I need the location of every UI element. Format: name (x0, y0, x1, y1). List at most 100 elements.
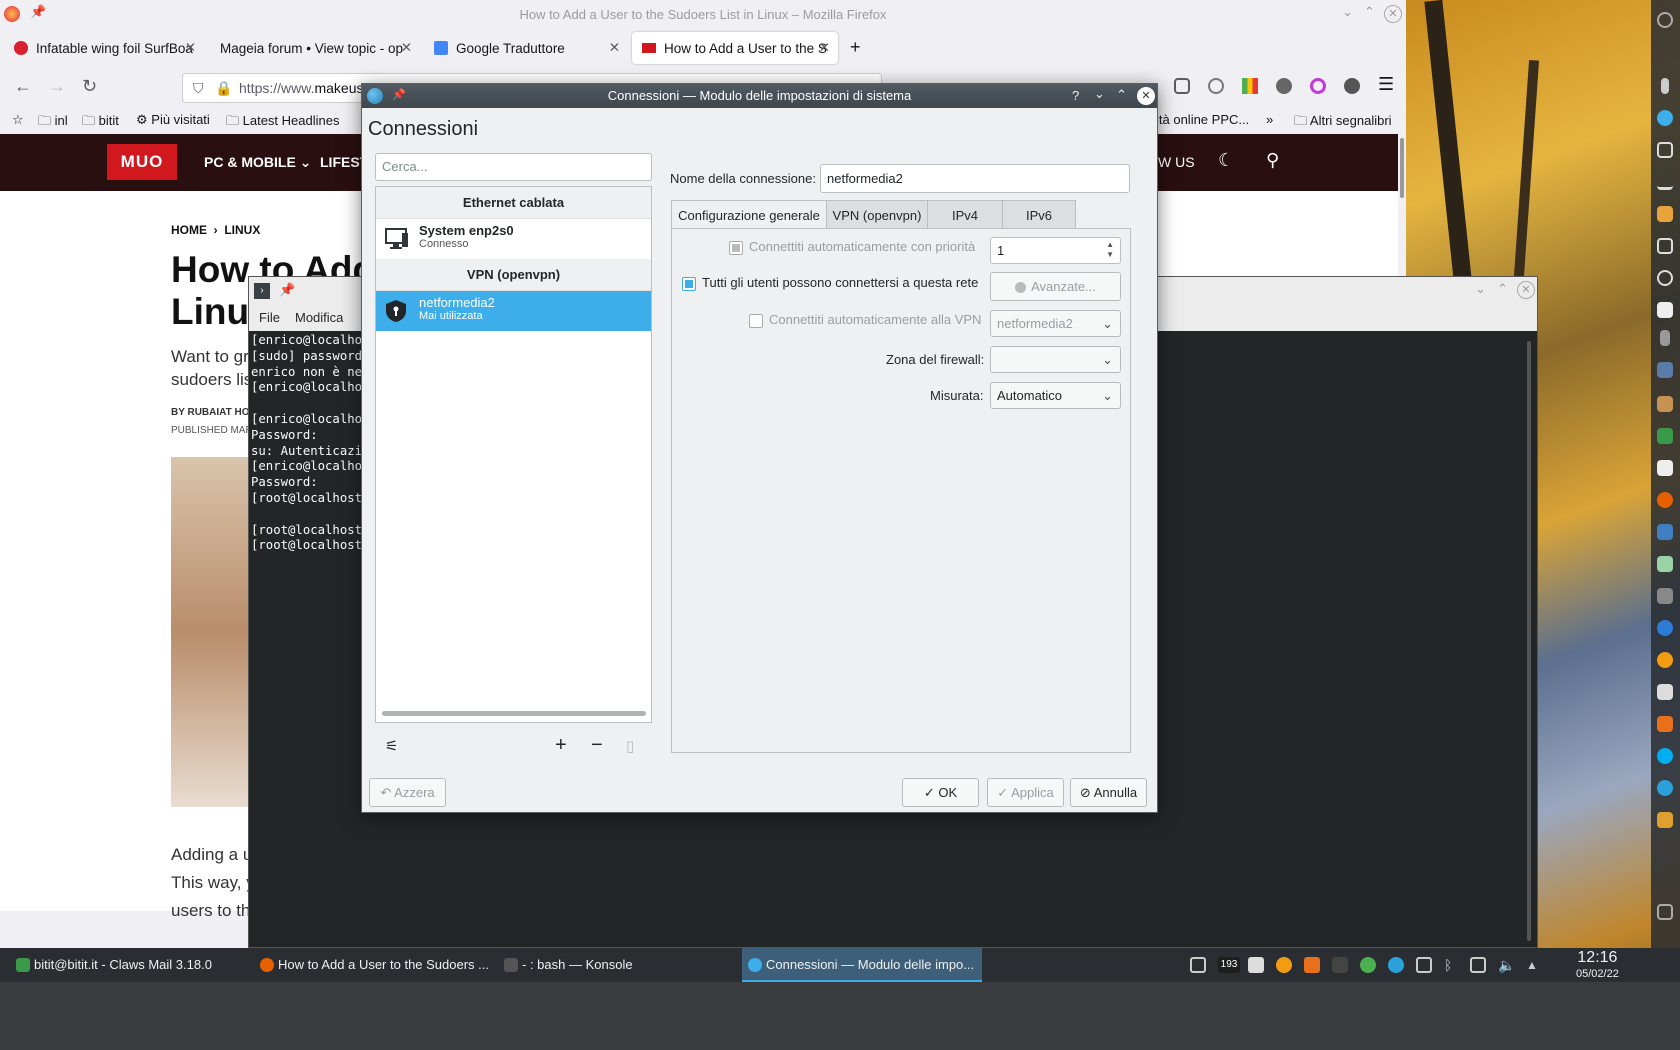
metered-select[interactable]: Automatico ⌄ (990, 382, 1121, 409)
bookmark-folder[interactable]: 🗀 Latest Headlines (226, 112, 339, 134)
lock-app-icon[interactable] (1657, 812, 1673, 828)
bookmarks-star-icon[interactable]: ☆ (12, 112, 24, 128)
extension-icon[interactable] (1344, 78, 1360, 94)
globe-icon[interactable] (1657, 110, 1673, 126)
close-tab-icon[interactable]: ✕ (819, 40, 830, 56)
help-icon[interactable]: ? (1072, 88, 1079, 103)
minimize-icon[interactable]: ⌄ (1094, 86, 1105, 102)
task-claws-mail[interactable]: bitit@bitit.it - Claws Mail 3.18.0 (10, 948, 250, 982)
auto-vpn-select[interactable]: netformedia2 ⌄ (990, 310, 1121, 337)
notes-icon[interactable] (1657, 396, 1673, 412)
browser-icon[interactable] (1657, 620, 1673, 636)
menu-file[interactable]: File (259, 310, 280, 325)
nav-link[interactable]: W US (1158, 154, 1195, 170)
advanced-button[interactable]: Avanzate... (990, 272, 1121, 301)
film-icon[interactable] (1657, 460, 1673, 476)
close-tab-icon[interactable]: ✕ (609, 40, 620, 56)
task-connections[interactable]: Connessioni — Modulo delle impo... (742, 948, 982, 982)
fish-icon[interactable] (1657, 524, 1673, 540)
bluetooth-icon[interactable]: ᛒ (1444, 957, 1460, 973)
folder-icon[interactable] (1657, 238, 1673, 254)
telegram-tray-icon[interactable] (1388, 957, 1404, 973)
menu-edit[interactable]: Modifica (295, 310, 343, 325)
pin-icon[interactable]: 📌 (279, 282, 295, 298)
extension-gear-icon[interactable] (1208, 78, 1224, 94)
bookmark-folder[interactable]: 🗀 inl (38, 112, 68, 134)
badge-193[interactable]: 193 (1218, 957, 1240, 973)
bookmark-folder[interactable]: 🗀 bitit (82, 112, 119, 134)
terminal-icon[interactable] (1661, 78, 1669, 94)
search-icon[interactable]: ⚲ (1266, 150, 1279, 171)
menu-icon[interactable]: ☰ (1378, 74, 1394, 95)
task-firefox[interactable]: How to Add a User to the Sudoers ... (254, 948, 494, 982)
editor-icon[interactable] (1657, 556, 1673, 572)
dark-mode-icon[interactable]: ☾ (1218, 150, 1234, 171)
breadcrumb-linux[interactable]: LINUX (224, 223, 260, 237)
apply-button[interactable]: ✓ Applica (987, 778, 1064, 807)
browser-tab[interactable]: Infatable wing foil SurfBoa ✕ (4, 32, 204, 64)
breadcrumb-home[interactable]: HOME (171, 223, 207, 237)
clock[interactable]: 12:16 05/02/22 (1576, 949, 1619, 983)
app-tray-icon[interactable] (1332, 957, 1348, 973)
auto-connect-priority-checkbox[interactable] (729, 240, 743, 255)
auto-vpn-checkbox[interactable] (749, 313, 763, 328)
tab-ipv6[interactable]: IPv6 (1002, 200, 1076, 229)
byline[interactable]: BY RUBAIAT HO (171, 407, 250, 418)
extension-icon[interactable] (1276, 78, 1292, 94)
lock-screen-icon[interactable] (1657, 904, 1673, 920)
volume-icon[interactable]: 🔈 (1498, 957, 1515, 973)
mail-tray-icon[interactable] (1248, 957, 1264, 973)
close-icon[interactable]: ✕ (1517, 281, 1535, 299)
skype-icon[interactable] (1657, 748, 1673, 764)
list-horizontal-scrollbar[interactable] (382, 711, 646, 716)
scrollbar-thumb[interactable] (1400, 138, 1404, 198)
close-tab-icon[interactable]: ✕ (401, 40, 412, 56)
bookmark-item[interactable]: ità online PPC... (1156, 112, 1249, 127)
spin-arrows-icon[interactable]: ▲ ▼ (1106, 240, 1114, 260)
tab-general[interactable]: Configurazione generale (671, 200, 827, 229)
app-icon[interactable] (1660, 330, 1670, 346)
more-bookmarks-icon[interactable]: » (1266, 112, 1273, 127)
notification-bell-icon[interactable] (1190, 957, 1206, 973)
mail-icon[interactable] (1657, 428, 1673, 444)
bookmark-most-visited[interactable]: ⚙ Più visitati (136, 112, 210, 128)
tab-ipv4[interactable]: IPv4 (927, 200, 1003, 229)
search-input[interactable]: Cerca... (375, 153, 652, 181)
network-icon[interactable] (1657, 270, 1673, 286)
calculator-icon[interactable] (1657, 362, 1673, 378)
ok-button[interactable]: ✓ OK (902, 778, 979, 807)
priority-spinbox[interactable]: 1 ▲ ▼ (990, 237, 1121, 264)
close-icon[interactable]: ✕ (1137, 87, 1155, 105)
browser-tab-active[interactable]: How to Add a User to the S ✕ (632, 32, 838, 64)
document-icon[interactable] (1657, 302, 1673, 318)
bookmark-folder[interactable]: 🗀 Altri segnalibri (1294, 112, 1392, 134)
maximize-icon[interactable]: ⌃ (1364, 4, 1375, 20)
close-tab-icon[interactable]: ✕ (185, 40, 196, 56)
download-icon[interactable] (1657, 174, 1673, 190)
maximize-icon[interactable]: ⌃ (1497, 281, 1508, 297)
connection-item-ethernet[interactable]: System enp2s0 Connesso (376, 219, 651, 259)
expand-tray-icon[interactable]: ▲ (1526, 957, 1542, 973)
inkscape-icon[interactable] (1657, 684, 1673, 700)
claws-mail-icon[interactable] (1657, 716, 1673, 732)
connection-item-vpn[interactable]: netformedia2 Mai utilizzata (376, 291, 651, 331)
tab-vpn[interactable]: VPN (openvpn) (826, 200, 928, 229)
connection-name-field[interactable]: netformedia2 (820, 164, 1130, 193)
minimize-icon[interactable]: ⌄ (1475, 281, 1486, 297)
remove-connection-icon[interactable]: − (591, 734, 603, 757)
telegram-icon[interactable] (1657, 780, 1673, 796)
extension-icon[interactable] (1310, 78, 1326, 94)
home-icon[interactable] (1657, 142, 1673, 158)
archive-icon[interactable] (1657, 206, 1673, 222)
app-icon[interactable] (1657, 652, 1673, 668)
add-connection-icon[interactable]: + (555, 734, 567, 757)
terminal-scrollbar[interactable] (1527, 341, 1531, 941)
claws-tray-icon[interactable] (1304, 957, 1320, 973)
reload-icon[interactable]: ↻ (82, 76, 97, 97)
maximize-icon[interactable]: ⌃ (1116, 87, 1127, 103)
network-tray-icon[interactable] (1470, 957, 1486, 973)
export-icon[interactable]: ▯ (626, 737, 634, 755)
browser-tab[interactable]: Google Traduttore ✕ (424, 32, 628, 64)
power-icon[interactable] (1657, 12, 1673, 28)
minimize-icon[interactable]: ⌄ (1342, 4, 1353, 20)
